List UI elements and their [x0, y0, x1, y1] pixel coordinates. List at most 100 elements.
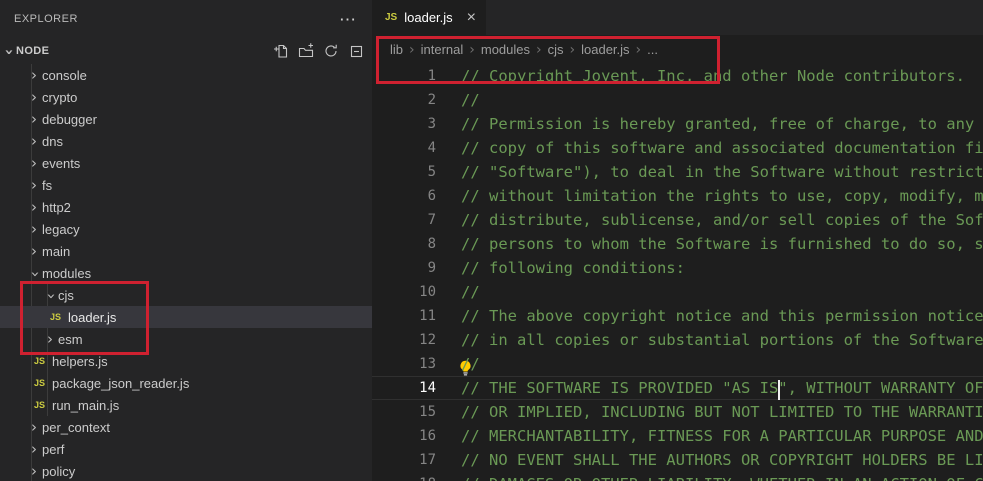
refresh-icon[interactable]	[323, 43, 339, 59]
line-number[interactable]: 6	[372, 188, 436, 204]
chevron-right-icon: ›	[26, 112, 42, 127]
line-number[interactable]: 18	[372, 476, 436, 481]
tree-item-label: helpers.js	[52, 354, 108, 369]
line-number[interactable]: 1	[372, 68, 436, 84]
breadcrumb-item[interactable]: cjs	[548, 42, 564, 57]
tree-item-cjs[interactable]: ›cjs	[0, 284, 372, 306]
line-text: // DAMAGES OR OTHER LIABILITY, WHETHER I…	[436, 475, 983, 481]
line-number[interactable]: 7	[372, 212, 436, 228]
tree-item-modules[interactable]: ›modules	[0, 262, 372, 284]
code-line-16[interactable]: 16// MERCHANTABILITY, FITNESS FOR A PART…	[372, 424, 983, 448]
tree-item-label: per_context	[42, 420, 110, 435]
js-file-icon: JS	[385, 12, 397, 23]
code-line-9[interactable]: 9// following conditions:	[372, 256, 983, 280]
code-line-14[interactable]: 14// THE SOFTWARE IS PROVIDED "AS IS", W…	[372, 376, 983, 400]
tab-label: loader.js	[404, 10, 452, 25]
tree-item-legacy[interactable]: ›legacy	[0, 218, 372, 240]
more-actions-icon[interactable]: ⋯	[339, 11, 356, 28]
tree-item-main[interactable]: ›main	[0, 240, 372, 262]
new-folder-icon[interactable]	[298, 43, 314, 59]
code-line-12[interactable]: 12// in all copies or substantial portio…	[372, 328, 983, 352]
code-line-13[interactable]: 13//	[372, 352, 983, 376]
code-area[interactable]: 1// Copyright Joyent, Inc. and other Nod…	[372, 64, 983, 481]
breadcrumb-separator-icon: ›	[409, 42, 415, 58]
indent-spacer	[0, 361, 34, 362]
tree-item-console[interactable]: ›console	[0, 64, 372, 86]
collapse-all-icon[interactable]	[348, 43, 364, 59]
breadcrumb-item[interactable]: loader.js	[581, 42, 629, 57]
code-line-2[interactable]: 2//	[372, 88, 983, 112]
folder-section-header[interactable]: › NODE	[0, 38, 372, 64]
vscode-window: EXPLORER ⋯ › NODE	[0, 0, 983, 481]
line-number[interactable]: 15	[372, 404, 436, 420]
close-icon[interactable]: ×	[467, 10, 476, 26]
tree-item-http2[interactable]: ›http2	[0, 196, 372, 218]
line-number[interactable]: 17	[372, 452, 436, 468]
code-line-6[interactable]: 6// without limitation the rights to use…	[372, 184, 983, 208]
line-number[interactable]: 3	[372, 116, 436, 132]
line-number[interactable]: 14	[372, 380, 436, 396]
line-text: // distribute, sublicense, and/or sell c…	[436, 211, 983, 229]
code-line-15[interactable]: 15// OR IMPLIED, INCLUDING BUT NOT LIMIT…	[372, 400, 983, 424]
line-number[interactable]: 10	[372, 284, 436, 300]
line-number[interactable]: 16	[372, 428, 436, 444]
indent-spacer	[0, 295, 42, 296]
chevron-right-icon: ›	[26, 442, 42, 457]
breadcrumb-item[interactable]: modules	[481, 42, 530, 57]
line-text: // without limitation the rights to use,…	[436, 187, 983, 205]
line-number[interactable]: 11	[372, 308, 436, 324]
indent-spacer	[0, 185, 26, 186]
chevron-right-icon: ›	[26, 90, 42, 105]
indent-spacer	[0, 273, 26, 274]
tree-item-events[interactable]: ›events	[0, 152, 372, 174]
code-line-8[interactable]: 8// persons to whom the Software is furn…	[372, 232, 983, 256]
breadcrumb-item[interactable]: lib	[390, 42, 403, 57]
chevron-right-icon: ›	[26, 178, 42, 193]
tree-item-loader-js[interactable]: JSloader.js	[0, 306, 372, 328]
breadcrumb-item[interactable]: ...	[647, 42, 658, 57]
line-number[interactable]: 5	[372, 164, 436, 180]
code-line-7[interactable]: 7// distribute, sublicense, and/or sell …	[372, 208, 983, 232]
tree-item-esm[interactable]: ›esm	[0, 328, 372, 350]
tree-item-per-context[interactable]: ›per_context	[0, 416, 372, 438]
js-file-icon: JS	[34, 356, 52, 366]
tree-item-fs[interactable]: ›fs	[0, 174, 372, 196]
tree-item-debugger[interactable]: ›debugger	[0, 108, 372, 130]
code-line-10[interactable]: 10//	[372, 280, 983, 304]
tree-item-crypto[interactable]: ›crypto	[0, 86, 372, 108]
line-number[interactable]: 8	[372, 236, 436, 252]
tree-item-dns[interactable]: ›dns	[0, 130, 372, 152]
breadcrumb-item[interactable]: internal	[421, 42, 464, 57]
js-file-icon: JS	[34, 378, 52, 388]
code-line-18[interactable]: 18// DAMAGES OR OTHER LIABILITY, WHETHER…	[372, 472, 983, 481]
code-line-5[interactable]: 5// "Software"), to deal in the Software…	[372, 160, 983, 184]
chevron-right-icon: ›	[26, 134, 42, 149]
tree-item-run-main-js[interactable]: JSrun_main.js	[0, 394, 372, 416]
breadcrumb-separator-icon: ›	[469, 42, 475, 58]
code-line-3[interactable]: 3// Permission is hereby granted, free o…	[372, 112, 983, 136]
explorer-sidebar: EXPLORER ⋯ › NODE	[0, 0, 372, 481]
code-line-1[interactable]: 1// Copyright Joyent, Inc. and other Nod…	[372, 64, 983, 88]
tree-item-label: esm	[58, 332, 83, 347]
line-text: // The above copyright notice and this p…	[436, 307, 983, 325]
chevron-right-icon: ›	[26, 200, 42, 215]
line-text: //	[436, 91, 480, 109]
code-line-4[interactable]: 4// copy of this software and associated…	[372, 136, 983, 160]
tree-item-helpers-js[interactable]: JShelpers.js	[0, 350, 372, 372]
tree-item-perf[interactable]: ›perf	[0, 438, 372, 460]
new-file-icon[interactable]	[273, 43, 289, 59]
chevron-right-icon: ›	[26, 222, 42, 237]
tree-item-label: loader.js	[68, 310, 116, 325]
line-number[interactable]: 13	[372, 356, 436, 372]
line-number[interactable]: 4	[372, 140, 436, 156]
line-number[interactable]: 2	[372, 92, 436, 108]
line-number[interactable]: 12	[372, 332, 436, 348]
tree-item-policy[interactable]: ›policy	[0, 460, 372, 481]
breadcrumb-separator-icon: ›	[636, 42, 642, 58]
line-number[interactable]: 9	[372, 260, 436, 276]
chevron-down-icon: ›	[27, 266, 42, 282]
code-line-11[interactable]: 11// The above copyright notice and this…	[372, 304, 983, 328]
code-line-17[interactable]: 17// NO EVENT SHALL THE AUTHORS OR COPYR…	[372, 448, 983, 472]
tree-item-package-json-reader-js[interactable]: JSpackage_json_reader.js	[0, 372, 372, 394]
tab-loader-js[interactable]: JS loader.js ×	[372, 0, 486, 35]
